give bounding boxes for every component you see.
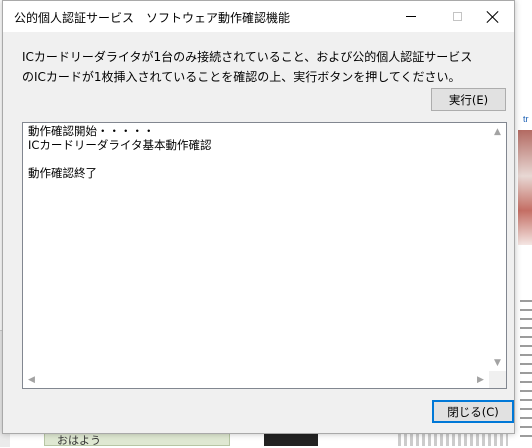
log-line: 動作確認開始・・・・・ [28,124,155,138]
log-line: 動作確認終了 [28,166,97,180]
background-text-block [398,432,508,446]
dialog-window: 公的個人認証サービス ソフトウェア動作確認機能 ICカードリーダライタが1台のみ… [2,0,515,434]
vertical-scrollbar[interactable]: ▲ ▼ [489,123,506,371]
scroll-left-icon[interactable]: ◀ [23,371,40,388]
scroll-down-icon[interactable]: ▼ [489,354,506,371]
close-window-button[interactable] [470,1,516,32]
window-title: 公的個人認証サービス ソフトウェア動作確認機能 [14,11,291,25]
log-line: ICカードリーダライタ基本動作確認 [28,138,212,152]
horizontal-scrollbar[interactable]: ◀ ▶ [23,371,489,388]
instruction-message: ICカードリーダライタが1台のみ接続されていること、および公的個人認証サービス … [22,47,502,87]
instruction-line-1: ICカードリーダライタが1台のみ接続されていること、および公的個人認証サービス [22,50,473,64]
background-text-fragment [520,300,532,440]
background-banner-text: おはよう [57,434,101,447]
background-image-fragment [518,130,532,245]
minimize-button[interactable] [388,1,434,32]
background-link-fragment: tr [523,114,529,124]
scrollbar-corner [489,371,506,388]
minimize-icon [406,16,416,17]
instruction-line-2: のICカードが1枚挿入されていることを確認の上、実行ボタンを押してください。 [22,70,461,84]
log-text: 動作確認開始・・・・・ ICカードリーダライタ基本動作確認 動作確認終了 [28,124,483,180]
scroll-right-icon[interactable]: ▶ [472,371,489,388]
execute-button[interactable]: 実行(E) [431,88,506,111]
close-icon [487,11,499,23]
maximize-icon [452,12,462,21]
scroll-up-icon[interactable]: ▲ [489,123,506,140]
title-bar[interactable]: 公的個人認証サービス ソフトウェア動作確認機能 [3,1,514,32]
log-output-box[interactable]: 動作確認開始・・・・・ ICカードリーダライタ基本動作確認 動作確認終了 ▲ ▼… [22,122,507,389]
close-button[interactable]: 閉じる(C) [432,400,514,423]
